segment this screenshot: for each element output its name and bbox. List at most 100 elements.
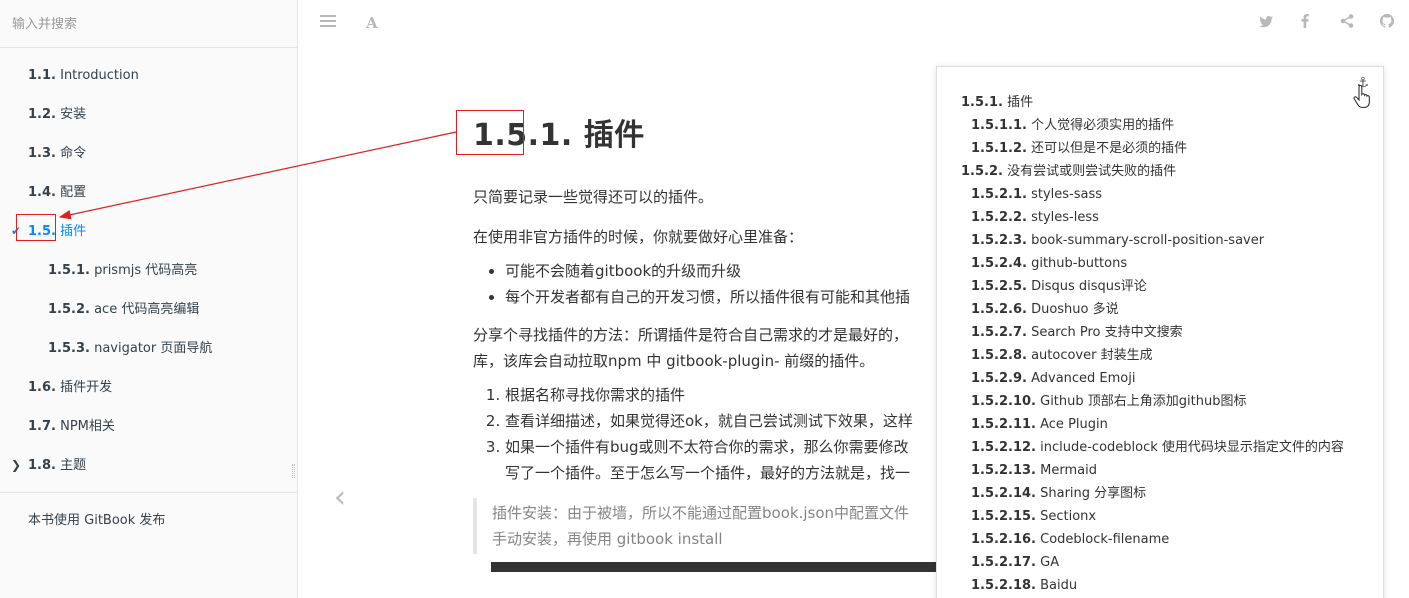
nav-item-number: 1.5.2.6. [971,302,1027,317]
item-number: 1.4. [28,185,56,200]
nav-item-number: 1.5.1.2. [971,141,1027,156]
item-label: prismjs 代码高亮 [94,263,198,278]
menu-icon[interactable] [320,14,336,32]
nav-item[interactable]: 1.5.2.13. Mermaid [937,459,1383,482]
nav-item-label: 没有尝试或则尝试失败的插件 [1007,164,1177,179]
font-icon[interactable]: A [366,14,378,32]
twitter-icon[interactable] [1259,14,1273,32]
nav-item-number: 1.5.2.3. [971,233,1027,248]
nav-item-number: 1.5.2. [961,164,1003,179]
resize-handle[interactable] [292,464,295,478]
sidebar-item-commands[interactable]: 1.3. 命令 [0,134,297,173]
nav-item[interactable]: 1.5.2.7. Search Pro 支持中文搜索 [937,321,1383,344]
nav-item-number: 1.5.2.16. [971,532,1036,547]
nav-item-number: 1.5.1.1. [971,118,1027,133]
paragraph-line: 库，该库会自动拉取npm 中 gitbook-plugin- 前缀的插件。 [473,352,875,370]
nav-item-label: Sectionx [1040,509,1097,524]
share-icon[interactable] [1340,14,1354,32]
nav-item-number: 1.5.2.15. [971,509,1036,524]
list-item: 如果一个插件有bug或则不太符合你的需求，那么你需要修改 写了一个插件。至于怎么… [505,434,943,486]
nav-item[interactable]: 1.5.2.6. Duoshuo 多说 [937,298,1383,321]
nav-item[interactable]: 1.5.2.11. Ace Plugin [937,413,1383,436]
nav-item-number: 1.5.2.7. [971,325,1027,340]
nav-item-label: styles-sass [1031,187,1103,202]
github-icon[interactable] [1380,14,1394,32]
nav-item-label: 插件 [1007,95,1034,110]
facebook-icon[interactable] [1301,14,1309,32]
nav-item[interactable]: 1.5.2. 没有尝试或则尝试失败的插件 [937,160,1383,183]
item-label: 配置 [60,185,87,200]
sidebar-item-introduction[interactable]: 1.1. Introduction [0,56,297,95]
nav-item-number: 1.5.2.5. [971,279,1027,294]
nav-item-label: 个人觉得必须实用的插件 [1031,118,1175,133]
page-title: 1.5.1. 插件 [473,118,645,153]
nav-item[interactable]: 1.5.2.1. styles-sass [937,183,1383,206]
nav-item[interactable]: 1.5.2.12. include-codeblock 使用代码块显示指定文件的… [937,436,1383,459]
nav-item[interactable]: 1.5.2.15. Sectionx [937,505,1383,528]
chevron-right-icon[interactable]: ❯ [10,446,22,485]
sidebar-item-theme[interactable]: ❯ 1.8. 主题 [0,446,297,485]
nav-item-number: 1.5.2.2. [971,210,1027,225]
search-bar [0,0,297,48]
nav-item[interactable]: 1.5.2.16. Codeblock-filename [937,528,1383,551]
nav-item-label: GA [1040,555,1060,570]
item-label: Introduction [60,68,139,83]
sidebar-item-navigator[interactable]: 1.5.3. navigator 页面导航 [0,329,297,368]
blockquote: 插件安装：由于被墙，所以不能通过配置book.json中配置文件 手动安装，再使… [473,498,943,554]
sidebar-item-prismjs[interactable]: 1.5.1. prismjs 代码高亮 [0,251,297,290]
nav-item-label: Disqus disqus评论 [1031,279,1147,294]
prev-page-chevron-icon[interactable]: ‹ [334,480,346,516]
item-label: 命令 [60,146,87,161]
nav-item-label: Baidu [1040,578,1078,593]
nav-item-number: 1.5.2.8. [971,348,1027,363]
search-input[interactable] [12,17,285,32]
nav-item-number: 1.5.2.18. [971,578,1036,593]
item-number: 1.5.3. [48,341,90,356]
nav-item[interactable]: 1.5.1.2. 还可以但是不是必须的插件 [937,137,1383,160]
nav-item[interactable]: 1.5.2.18. Baidu [937,574,1383,597]
nav-item-label: 还可以但是不是必须的插件 [1031,141,1188,156]
nav-item[interactable]: 1.5.2.5. Disqus disqus评论 [937,275,1383,298]
nav-item-number: 1.5.2.12. [971,440,1036,455]
nav-item[interactable]: 1.5.1. 插件 [937,91,1383,114]
item-label: ace 代码高亮编辑 [94,302,200,317]
item-number: 1.5.2. [48,302,90,317]
hand-cursor-icon [1353,84,1371,113]
item-label: 插件开发 [60,380,113,395]
list-item: 可能不会随着gitbook的升级而升级 [505,258,943,284]
nav-item-label: Mermaid [1040,463,1097,478]
nav-item[interactable]: 1.5.2.2. styles-less [937,206,1383,229]
quote-line: 插件安装：由于被墙，所以不能通过配置book.json中配置文件 [492,504,909,522]
nav-item[interactable]: 1.5.2.3. book-summary-scroll-position-sa… [937,229,1383,252]
sidebar-item-install[interactable]: 1.2. 安装 [0,95,297,134]
paragraph: 只简要记录一些觉得还可以的插件。 [473,188,714,206]
publish-link[interactable]: 本书使用 GitBook 发布 [0,503,297,539]
nav-item[interactable]: 1.5.2.9. Advanced Emoji [937,367,1383,390]
nav-item[interactable]: 1.5.2.10. Github 顶部右上角添加github图标 [937,390,1383,413]
nav-item-label: Github 顶部右上角添加github图标 [1040,394,1247,409]
nav-item-label: Search Pro 支持中文搜索 [1031,325,1183,340]
nav-item-label: Advanced Emoji [1031,371,1136,386]
list-item: 每个开发者都有自己的开发习惯，所以插件很有可能和其他插 [505,284,943,310]
sidebar-item-ace[interactable]: 1.5.2. ace 代码高亮编辑 [0,290,297,329]
item-label: navigator 页面导航 [94,341,213,356]
sidebar-item-config[interactable]: 1.4. 配置 [0,173,297,212]
nav-item[interactable]: 1.5.2.14. Sharing 分享图标 [937,482,1383,505]
item-number: 1.7. [28,419,56,434]
list-item-line: 如果一个插件有bug或则不太符合你的需求，那么你需要修改 [505,438,909,456]
nav-item-label: github-buttons [1031,256,1128,271]
nav-item[interactable]: 1.5.1.1. 个人觉得必须实用的插件 [937,114,1383,137]
sidebar-item-plugin-dev[interactable]: 1.6. 插件开发 [0,368,297,407]
item-number: 1.8. [28,458,56,473]
list-item: 根据名称寻找你需求的插件 [505,382,943,408]
sidebar-item-npm[interactable]: 1.7. NPM相关 [0,407,297,446]
item-number: 1.6. [28,380,56,395]
nav-item-label: Duoshuo 多说 [1031,302,1119,317]
nav-item-label: Codeblock-filename [1040,532,1170,547]
paragraph: 分享个寻找插件的方法：所谓插件是符合自己需求的才是最好的， 库，该库会自动拉取n… [473,322,943,374]
nav-item[interactable]: 1.5.2.17. GA [937,551,1383,574]
nav-item[interactable]: 1.5.2.4. github-buttons [937,252,1383,275]
item-number: 1.2. [28,107,56,122]
nav-item[interactable]: 1.5.2.8. autocover 封装生成 [937,344,1383,367]
annotation-box-sidebar [16,214,56,241]
